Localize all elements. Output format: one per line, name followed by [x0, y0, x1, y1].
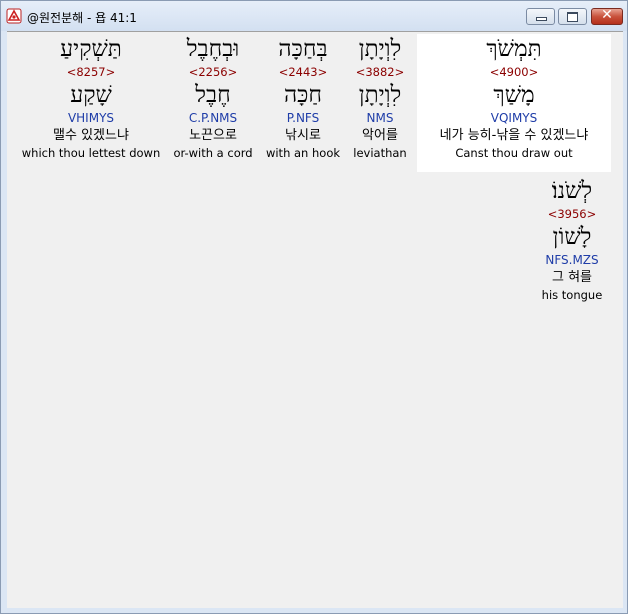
hebrew-word: בְּחַכָּה	[278, 36, 328, 62]
hebrew-lemma: שָׁקַע	[70, 82, 112, 108]
hebrew-word: תִּמְשֹׁךְ	[486, 36, 542, 62]
app-window: @원전분해 - 욥 41:1 ✕ תִּמְשֹׁךְ <4900> מָשַׁ…	[0, 0, 628, 614]
word-block[interactable]: לְשֹׁנוֹ׃ <3956> לָשׁוֹן NFS.MZS 그 혀를 hi…	[533, 176, 611, 314]
word-block[interactable]: לִוְיָתָן <3882> לִוְיָתָן NMS 악어를 levia…	[347, 34, 413, 172]
hebrew-word: לְשֹׁנוֹ׃	[551, 178, 593, 204]
close-icon: ✕	[601, 7, 613, 23]
window-title: @원전분해 - 욥 41:1	[27, 11, 137, 25]
morphology-code: VHIMYS	[67, 111, 115, 125]
word-block[interactable]: וּבְחֶבֶל <2256> חֶבֶל C.P.NMS 노끈으로 or-w…	[167, 34, 259, 172]
word-block[interactable]: בְּחַכָּה <2443> חַכָּה P.NFS 낚시로 with a…	[261, 34, 345, 172]
strong-number[interactable]: <3882>	[347, 64, 413, 80]
strong-number[interactable]: <4900>	[417, 64, 611, 80]
hebrew-lemma: לִוְיָתָן	[358, 82, 402, 108]
strong-number[interactable]: <2443>	[261, 64, 345, 80]
morphology-code: NFS.MZS	[545, 253, 599, 267]
korean-gloss: 네가 능히-낚을 수 있겠느냐	[439, 128, 589, 143]
korean-gloss: 노끈으로	[189, 128, 237, 143]
hebrew-word: תַּשְׁקִיעַ	[60, 36, 122, 62]
hebrew-lemma: לָשׁוֹן	[552, 224, 592, 250]
english-gloss: leviathan	[353, 146, 407, 160]
maximize-icon	[567, 12, 578, 22]
close-button[interactable]: ✕	[591, 7, 623, 25]
english-gloss: which thou lettest down	[21, 146, 161, 160]
english-gloss: his tongue	[541, 288, 603, 302]
word-block[interactable]: תַּשְׁקִיעַ <8257> שָׁקַע VHIMYS 맬수 있겠느냐…	[17, 34, 165, 172]
english-gloss: with an hook	[265, 146, 341, 160]
english-gloss: or-with a cord	[173, 146, 253, 160]
maximize-button[interactable]	[558, 8, 587, 25]
morphology-code: C.P.NMS	[188, 111, 238, 125]
interlinear-panel: תִּמְשֹׁךְ <4900> מָשַׁךְ VQIMYS 네가 능히-낚…	[7, 31, 623, 608]
hebrew-lemma: חֶבֶל	[195, 82, 231, 108]
korean-gloss: 낚시로	[285, 128, 321, 143]
korean-gloss: 그 혀를	[551, 270, 592, 285]
morphology-code: P.NFS	[286, 111, 320, 125]
hebrew-lemma: מָשַׁךְ	[493, 82, 535, 108]
strong-number[interactable]: <3956>	[533, 206, 611, 222]
english-gloss: Canst thou draw out	[455, 146, 573, 160]
word-block[interactable]: תִּמְשֹׁךְ <4900> מָשַׁךְ VQIMYS 네가 능히-낚…	[417, 34, 611, 172]
strong-number[interactable]: <8257>	[17, 64, 165, 80]
korean-gloss: 악어를	[362, 128, 398, 143]
korean-gloss: 맬수 있겠느냐	[53, 128, 129, 143]
hebrew-word: לִוְיָתָן	[358, 36, 402, 62]
minimize-button[interactable]	[526, 8, 555, 25]
morphology-code: NMS	[366, 111, 394, 125]
hebrew-lemma: חַכָּה	[283, 82, 323, 108]
title-bar[interactable]: @원전분해 - 욥 41:1 ✕	[1, 1, 627, 31]
app-icon[interactable]	[6, 8, 22, 24]
minimize-icon	[536, 17, 547, 21]
strong-number[interactable]: <2256>	[167, 64, 259, 80]
morphology-code: VQIMYS	[490, 111, 538, 125]
hebrew-word: וּבְחֶבֶל	[186, 36, 240, 62]
